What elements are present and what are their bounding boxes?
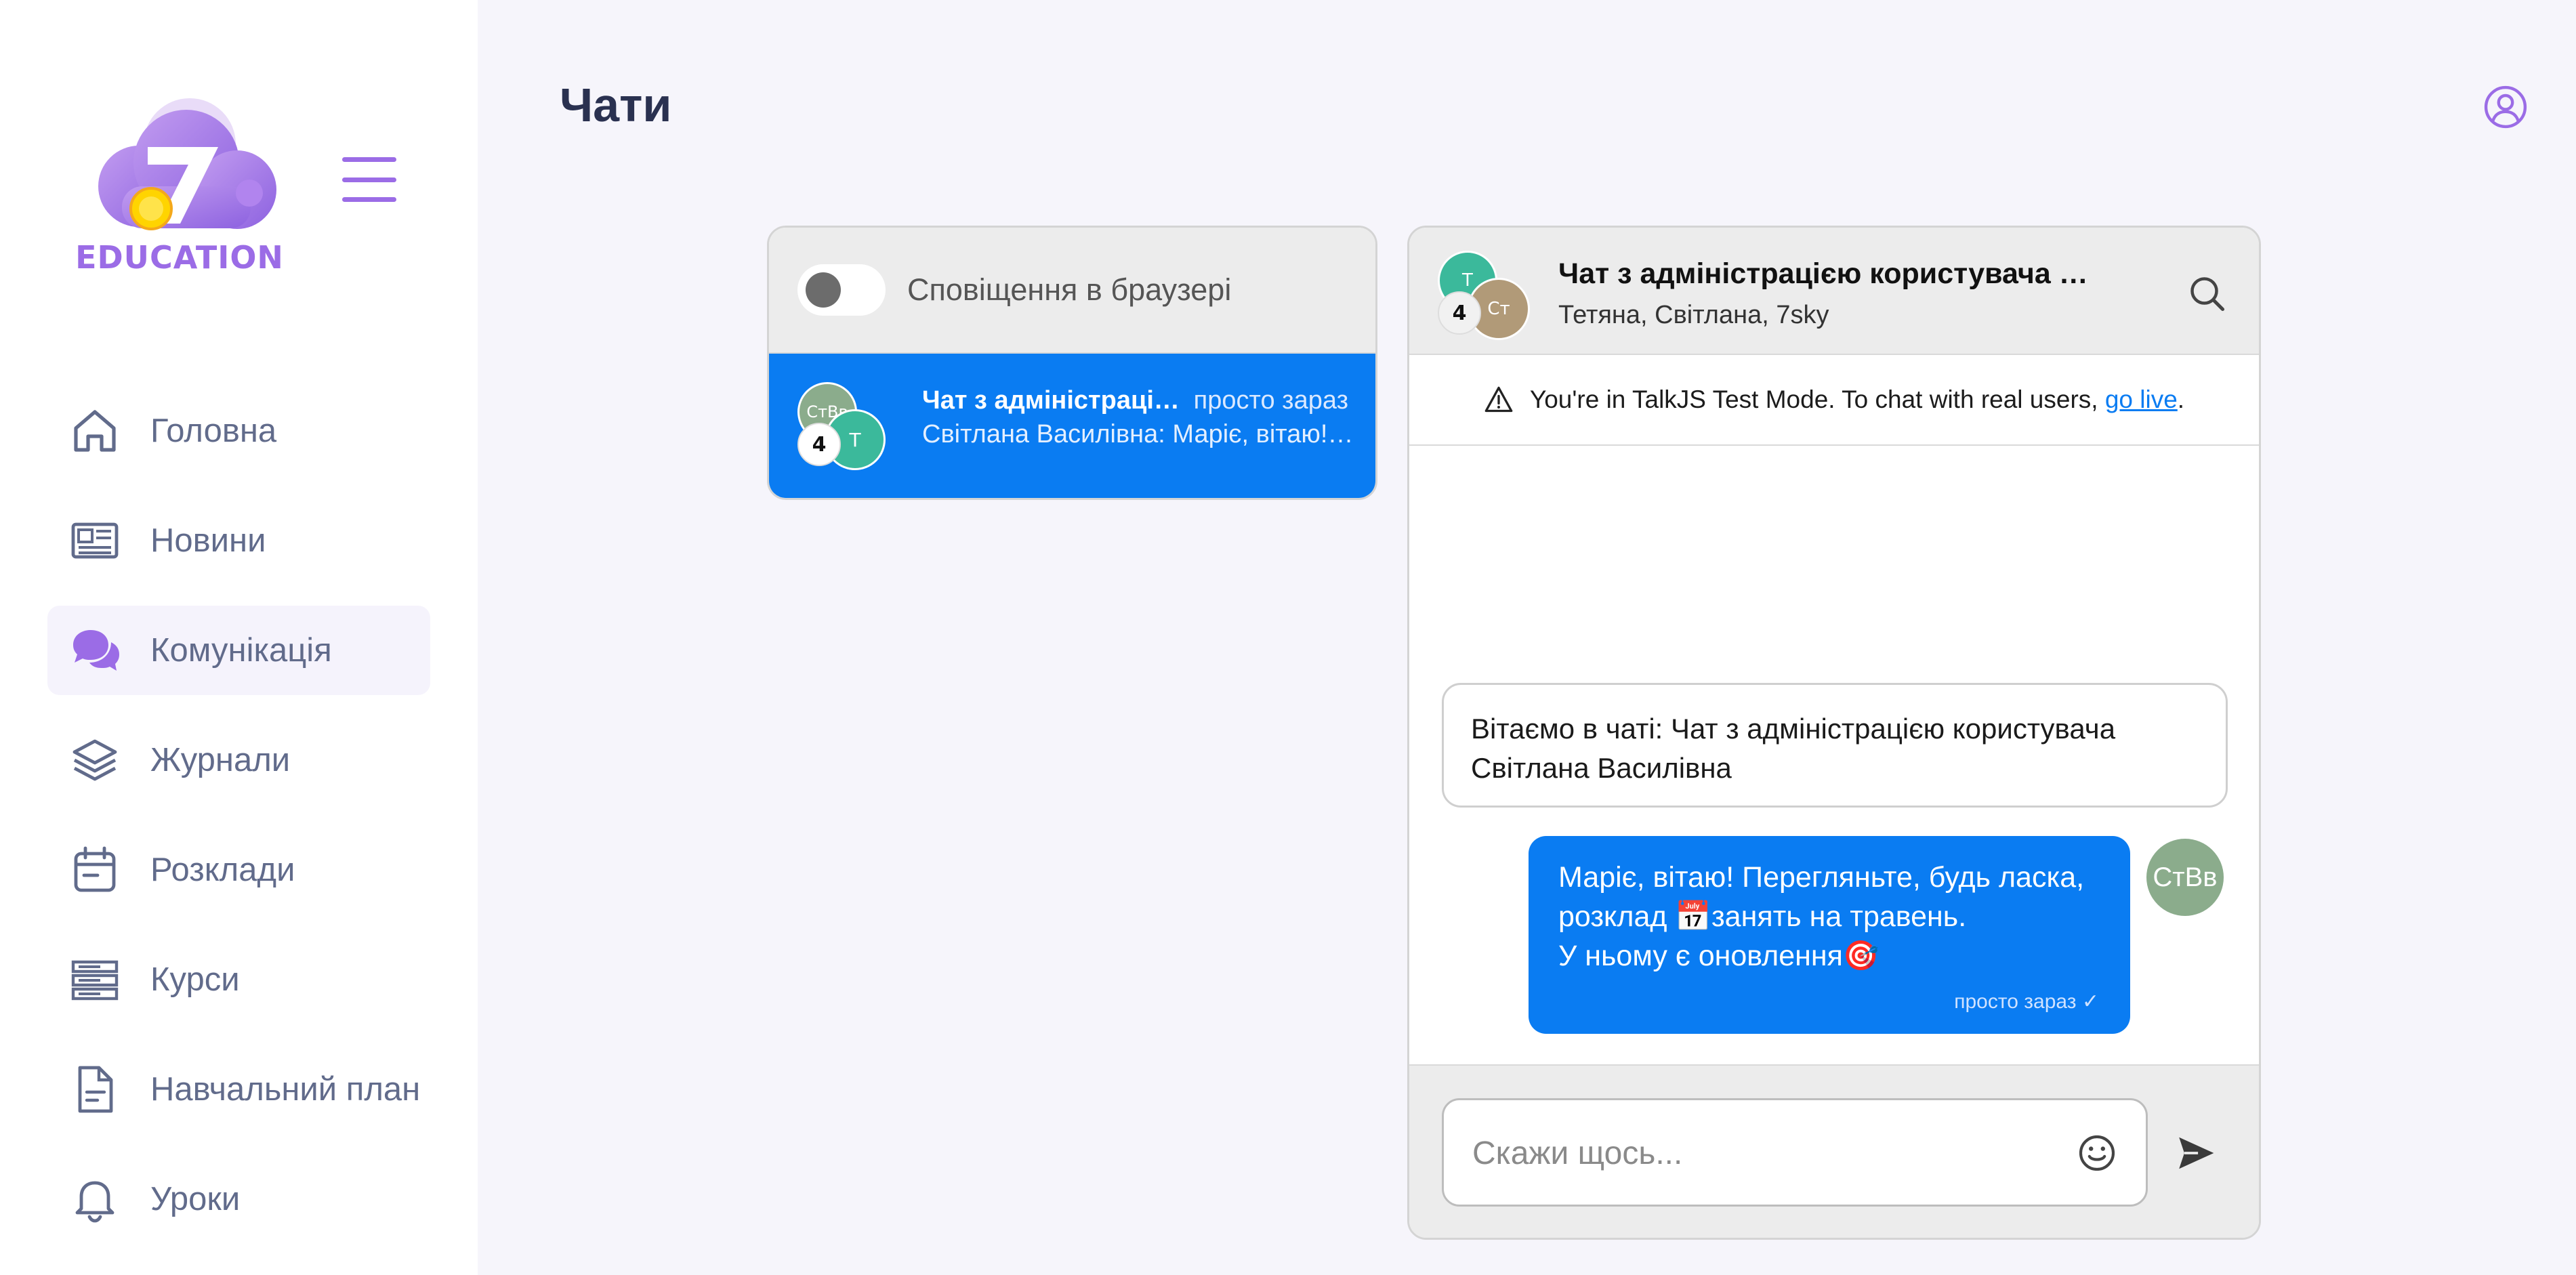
- conversation-avatar-group: СтВв Т 4: [797, 382, 886, 470]
- notifications-label: Сповіщення в браузері: [907, 272, 1232, 307]
- sidebar-item-label: Головна: [150, 413, 277, 449]
- page-title: Чати: [560, 79, 672, 131]
- message-text: Маріє, вітаю! Перегляньте, будь ласка, р…: [1558, 861, 2085, 972]
- participant-count-badge: 4: [1438, 291, 1481, 335]
- sidebar-item-home[interactable]: Головна: [47, 386, 430, 476]
- message-composer: [1409, 1064, 2259, 1238]
- warning-icon: [1484, 386, 1513, 413]
- sidebar-item-news[interactable]: Новини: [47, 496, 430, 585]
- calendar-icon: [74, 846, 116, 892]
- chat-participants: Тетяна, Світлана, 7sky: [1558, 301, 1829, 329]
- chat-panel: Т Ст 4 Чат з адміністрацією користувача …: [1407, 226, 2261, 1240]
- participant-count-badge: 4: [797, 423, 841, 466]
- sidebar-item-courses[interactable]: Курси: [47, 935, 430, 1024]
- message-timestamp: просто зараз ✓: [1954, 990, 2099, 1013]
- conversation-time: просто зараз: [1193, 386, 1348, 415]
- search-button[interactable]: [2187, 274, 2228, 314]
- conversation-list-panel: Сповіщення в браузері СтВв Т 4 Чат з адм…: [767, 226, 1377, 500]
- sidebar-item-label: Розклади: [150, 852, 295, 888]
- test-mode-text: You're in TalkJS Test Mode. To chat with…: [1529, 385, 2098, 413]
- user-circle-icon: [2484, 85, 2527, 129]
- go-live-link[interactable]: go live: [2105, 385, 2178, 414]
- sidebar-item-label: Уроки: [150, 1181, 241, 1217]
- menu-toggle-button[interactable]: [342, 157, 396, 202]
- education-logo[interactable]: EDUCATION: [75, 85, 285, 281]
- sidebar-item-label: Курси: [150, 961, 240, 998]
- cloud-seven-logo-icon: [98, 98, 276, 230]
- sidebar-item-journals[interactable]: Журнали: [47, 715, 430, 805]
- logo-text: EDUCATION: [75, 239, 284, 276]
- chat-title: Чат з адміністрацією користувача Світлан…: [1558, 257, 2100, 290]
- sidebar-item-label: Новини: [150, 522, 266, 559]
- conversation-title: Чат з адміністрацією користувача Світлан…: [922, 386, 1193, 415]
- profile-button[interactable]: [2482, 84, 2529, 130]
- burger-line: [342, 157, 396, 162]
- browser-notifications-toggle[interactable]: [797, 264, 886, 316]
- toggle-knob: [806, 272, 841, 308]
- document-icon: [78, 1066, 113, 1113]
- conversation-item[interactable]: СтВв Т 4 Чат з адміністрацією користувач…: [769, 354, 1375, 498]
- sidebar: EDUCATION Головна Новини Комунікація Жур…: [0, 0, 478, 1275]
- test-mode-banner: You're in TalkJS Test Mode. To chat with…: [1409, 355, 2259, 446]
- chat-avatar-group: Т Ст 4: [1438, 251, 1533, 340]
- burger-line: [342, 197, 396, 202]
- sidebar-item-lessons[interactable]: Уроки: [47, 1154, 430, 1244]
- notifications-row: Сповіщення в браузері: [769, 228, 1375, 354]
- message-list[interactable]: Вітаємо в чаті: Чат з адміністрацією кор…: [1409, 446, 2259, 1067]
- sender-avatar: СтВв: [2146, 839, 2224, 916]
- send-icon: [2179, 1137, 2214, 1169]
- emoji-button[interactable]: [2075, 1131, 2119, 1175]
- sidebar-item-label: Комунікація: [150, 632, 332, 669]
- welcome-message: Вітаємо в чаті: Чат з адміністрацією кор…: [1442, 683, 2228, 808]
- bell-icon: [75, 1181, 115, 1223]
- server-stack-icon: [71, 960, 119, 1001]
- message-bubble[interactable]: Маріє, вітаю! Перегляньте, будь ласка, р…: [1529, 836, 2130, 1034]
- burger-line: [342, 177, 396, 182]
- search-icon: [2190, 277, 2225, 312]
- sidebar-item-label: Журнали: [150, 742, 291, 778]
- test-mode-end: .: [2177, 385, 2185, 413]
- newspaper-icon: [71, 522, 119, 559]
- chat-header: Т Ст 4 Чат з адміністрацією користувача …: [1409, 228, 2259, 355]
- compose-box[interactable]: [1442, 1098, 2148, 1207]
- home-icon: [74, 410, 116, 452]
- send-button[interactable]: [2175, 1132, 2217, 1174]
- sidebar-item-label: Навчальний план: [150, 1071, 421, 1108]
- conversation-preview: Світлана Василівна: Маріє, вітаю! Перегл…: [922, 420, 1356, 448]
- smiley-icon: [2079, 1135, 2115, 1171]
- sidebar-item-communication[interactable]: Комунікація: [47, 606, 430, 695]
- message-input[interactable]: [1472, 1127, 2055, 1179]
- sidebar-item-curriculum[interactable]: Навчальний план: [47, 1045, 430, 1134]
- chat-bubbles-icon: [73, 630, 119, 671]
- layers-icon: [72, 739, 117, 781]
- sidebar-item-schedules[interactable]: Розклади: [47, 825, 430, 915]
- sidebar-nav: Головна Новини Комунікація Журнали Розкл…: [47, 386, 430, 1264]
